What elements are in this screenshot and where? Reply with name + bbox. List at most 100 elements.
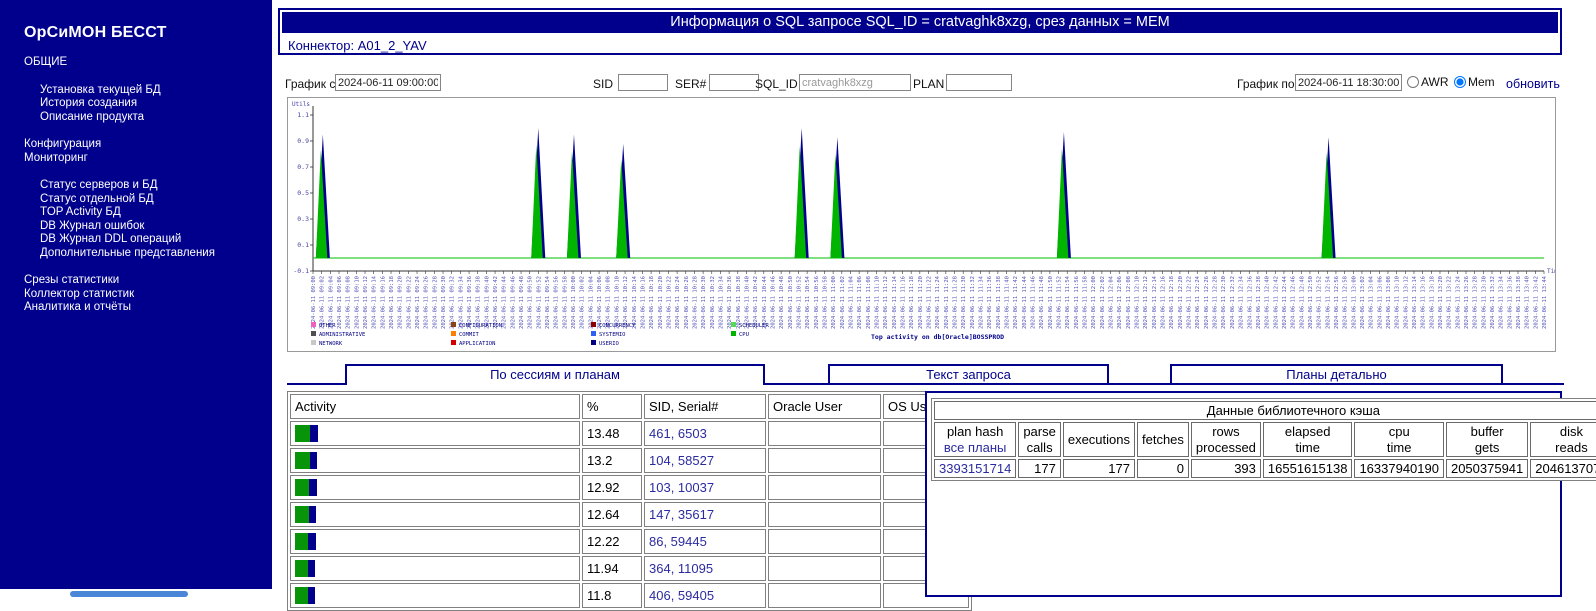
svg-text:CPU: CPU bbox=[739, 332, 749, 338]
svg-text:2024-06-11 10:54: 2024-06-11 10:54 bbox=[805, 275, 811, 329]
activity-bar-cell bbox=[290, 421, 580, 446]
tab-1[interactable]: По сессиям и планам bbox=[345, 364, 765, 385]
sid-serial-link[interactable]: 86, 59445 bbox=[649, 534, 707, 549]
to-input[interactable] bbox=[1295, 74, 1402, 91]
sid-serial-link[interactable]: 104, 58527 bbox=[649, 453, 714, 468]
svg-text:2024-06-11 12:24: 2024-06-11 12:24 bbox=[1195, 275, 1201, 329]
horizontal-scrollbar-thumb[interactable] bbox=[70, 591, 188, 597]
svg-text:2024-06-11 12:00: 2024-06-11 12:00 bbox=[1091, 276, 1097, 329]
sidebar-item[interactable]: Мониторинг bbox=[0, 152, 272, 166]
from-label: График с bbox=[285, 77, 336, 91]
svg-text:2024-06-11 10:20: 2024-06-11 10:20 bbox=[658, 276, 664, 329]
svg-text:2024-06-11 12:08: 2024-06-11 12:08 bbox=[1126, 276, 1132, 329]
lib-col-header: plan hash все планы bbox=[934, 422, 1017, 458]
lib-header-text: parse bbox=[1023, 424, 1056, 439]
svg-text:2024-06-11 13:00: 2024-06-11 13:00 bbox=[1351, 276, 1357, 329]
svg-text:2024-06-11 09:06: 2024-06-11 09:06 bbox=[337, 276, 343, 329]
sidebar-item[interactable]: Конфигурация bbox=[0, 138, 272, 152]
sidebar-item[interactable]: Установка текущей БД bbox=[0, 84, 272, 98]
sidebar-item[interactable]: TOP Activity БД bbox=[0, 206, 272, 220]
sqlid-input[interactable] bbox=[799, 74, 911, 91]
oracle-user-cell bbox=[768, 556, 881, 581]
svg-text:2024-06-11 09:48: 2024-06-11 09:48 bbox=[519, 276, 525, 329]
lib-value-cell: 393 bbox=[1190, 459, 1261, 479]
svg-text:2024-06-11 10:42: 2024-06-11 10:42 bbox=[753, 276, 759, 329]
table-row: 12.64 147, 35617 bbox=[290, 502, 969, 527]
svg-text:2024-06-11 11:28: 2024-06-11 11:28 bbox=[953, 276, 959, 329]
svg-text:2024-06-11 09:14: 2024-06-11 09:14 bbox=[372, 275, 378, 329]
svg-text:2024-06-11 10:58: 2024-06-11 10:58 bbox=[822, 276, 828, 329]
svg-text:ADMINISTRATIVE: ADMINISTRATIVE bbox=[319, 332, 365, 338]
sidebar-item[interactable]: Статус серверов и БД bbox=[0, 179, 272, 193]
svg-text:2024-06-11 10:52: 2024-06-11 10:52 bbox=[796, 276, 802, 329]
lib-header-text: processed bbox=[1195, 439, 1256, 455]
sidebar-item[interactable]: Срезы статистики bbox=[0, 274, 272, 288]
radio-mem-label: Mem bbox=[1468, 75, 1495, 89]
sid-serial-link[interactable]: 147, 35617 bbox=[649, 507, 714, 522]
sessions-col-header: Activity bbox=[290, 394, 580, 419]
svg-text:2024-06-11 13:26: 2024-06-11 13:26 bbox=[1464, 276, 1470, 329]
svg-text:2024-06-11 09:44: 2024-06-11 09:44 bbox=[502, 275, 508, 329]
refresh-link[interactable]: обновить bbox=[1506, 77, 1560, 91]
oracle-user-cell bbox=[768, 448, 881, 473]
ser-input[interactable] bbox=[709, 74, 759, 91]
library-cache-panel: Данные библиотечного кэша plan hash все пл… bbox=[925, 391, 1596, 597]
sidebar-item[interactable]: Аналитика и отчёты bbox=[0, 301, 272, 315]
svg-text:2024-06-11 13:22: 2024-06-11 13:22 bbox=[1447, 276, 1453, 329]
sessions-panel: Activity% SID, Serial# Oracle User OS User … bbox=[287, 391, 972, 611]
percent-cell: 11.94 bbox=[582, 556, 642, 581]
svg-text:2024-06-11 13:18: 2024-06-11 13:18 bbox=[1429, 276, 1435, 329]
sidebar-item[interactable]: Дополнительные представления bbox=[0, 247, 272, 261]
activity-bar-cell bbox=[290, 583, 580, 608]
cpu-bar-segment bbox=[295, 533, 309, 550]
svg-text:2024-06-11 10:38: 2024-06-11 10:38 bbox=[736, 276, 742, 329]
sidebar-item[interactable]: История создания bbox=[0, 97, 272, 111]
sidebar-item[interactable]: DB Журнал ошибок bbox=[0, 220, 272, 234]
svg-text:2024-06-11 10:22: 2024-06-11 10:22 bbox=[666, 276, 672, 329]
svg-text:2024-06-11 12:44: 2024-06-11 12:44 bbox=[1282, 275, 1288, 329]
from-input[interactable] bbox=[335, 74, 441, 91]
lib-col-header: cpu time bbox=[1354, 422, 1444, 458]
sid-serial-link[interactable]: 103, 10037 bbox=[649, 480, 714, 495]
svg-text:-0.1: -0.1 bbox=[293, 267, 309, 275]
svg-text:SYSTEMIO: SYSTEMIO bbox=[599, 332, 626, 338]
all-plans-link[interactable]: все планы bbox=[944, 440, 1006, 455]
sid-input[interactable] bbox=[618, 74, 668, 91]
plan-input[interactable] bbox=[946, 74, 1012, 91]
radio-awr[interactable]: AWR bbox=[1407, 75, 1449, 89]
radio-mem-input[interactable] bbox=[1454, 76, 1466, 88]
svg-text:2024-06-11 12:28: 2024-06-11 12:28 bbox=[1213, 276, 1219, 329]
sidebar: ОрСиМОН БЕССТ ОБЩИЕ Установка текущей БД И… bbox=[0, 0, 272, 589]
tab-3[interactable]: Планы детально bbox=[1170, 364, 1503, 385]
sid-serial-cell: 147, 35617 bbox=[644, 502, 766, 527]
sidebar-item[interactable]: DB Журнал DDL операций bbox=[0, 233, 272, 247]
sidebar-item[interactable]: Описание продукта bbox=[0, 111, 272, 125]
svg-text:2024-06-11 10:32: 2024-06-11 10:32 bbox=[710, 276, 716, 329]
userio-bar-segment bbox=[309, 479, 317, 496]
radio-awr-input[interactable] bbox=[1407, 76, 1419, 88]
tab-baseline bbox=[287, 383, 345, 385]
sid-serial-cell: 406, 59405 bbox=[644, 583, 766, 608]
oracle-user-cell bbox=[768, 529, 881, 554]
sid-serial-link[interactable]: 406, 59405 bbox=[649, 588, 714, 603]
lib-header-text: reads bbox=[1555, 439, 1588, 455]
sidebar-item[interactable]: Коллектор статистик bbox=[0, 288, 272, 302]
svg-text:2024-06-11 09:04: 2024-06-11 09:04 bbox=[328, 275, 334, 329]
percent-cell: 11.8 bbox=[582, 583, 642, 608]
sidebar-item[interactable]: Статус отдельной БД bbox=[0, 193, 272, 207]
sid-serial-link[interactable]: 364, 11095 bbox=[649, 561, 713, 576]
tab-2[interactable]: Текст запроса bbox=[828, 364, 1109, 385]
sid-serial-link[interactable]: 461, 6503 bbox=[649, 426, 707, 441]
sidebar-item[interactable]: ОБЩИЕ bbox=[0, 56, 272, 70]
radio-mem[interactable]: Mem bbox=[1454, 75, 1495, 89]
svg-text:2024-06-11 12:20: 2024-06-11 12:20 bbox=[1178, 276, 1184, 329]
svg-text:2024-06-11 11:20: 2024-06-11 11:20 bbox=[918, 276, 924, 329]
activity-bar bbox=[295, 533, 575, 550]
svg-text:2024-06-11 13:44: 2024-06-11 13:44 bbox=[1542, 275, 1548, 329]
lib-header-text: calls bbox=[1026, 439, 1053, 455]
sidebar-menu: ОБЩИЕ Установка текущей БД История создани… bbox=[0, 56, 272, 315]
svg-text:2024-06-11 10:18: 2024-06-11 10:18 bbox=[649, 276, 655, 329]
svg-text:0.7: 0.7 bbox=[297, 163, 309, 171]
header-box: Информация о SQL запросе SQL_ID = cratva… bbox=[278, 8, 1562, 55]
plan-hash-link[interactable]: 3393151714 bbox=[939, 461, 1011, 476]
